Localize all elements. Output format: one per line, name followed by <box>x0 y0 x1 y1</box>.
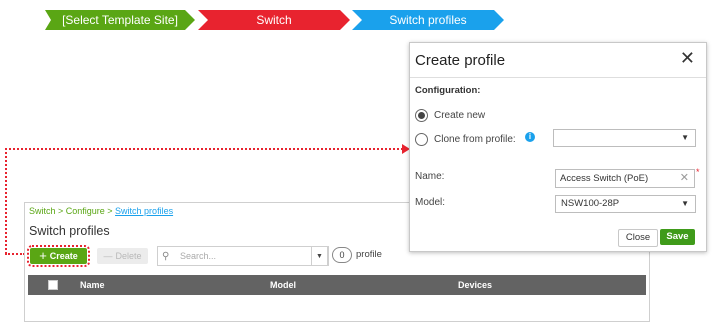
info-icon[interactable]: i <box>525 132 535 142</box>
step-switch-profiles: Switch profiles <box>352 10 504 30</box>
breadcrumb-path: Switch > Configure > <box>29 206 116 216</box>
column-header-name[interactable]: Name <box>80 280 105 290</box>
create-new-label: Create new <box>434 110 486 121</box>
chevron-down-icon: ▼ <box>316 252 323 260</box>
close-button[interactable]: Close <box>618 229 658 247</box>
save-button[interactable]: Save <box>660 229 695 245</box>
step-switch: Switch <box>198 10 350 30</box>
model-value: NSW100-28P <box>561 198 620 209</box>
minus-icon: — <box>103 251 113 261</box>
chevron-down-icon: ▼ <box>681 199 689 208</box>
name-field[interactable]: Access Switch (PoE) ✕ <box>555 169 695 188</box>
search-box: ⚲ <box>157 246 329 266</box>
required-marker: * <box>696 167 700 177</box>
divider <box>410 77 706 78</box>
search-icon: ⚲ <box>162 250 170 262</box>
model-select[interactable]: NSW100-28P ▼ <box>555 195 696 213</box>
connector-line <box>5 148 403 150</box>
search-input[interactable] <box>178 251 302 261</box>
column-header-model[interactable]: Model <box>270 280 296 290</box>
breadcrumb-link[interactable]: Switch profiles <box>115 206 173 216</box>
close-icon[interactable]: ✕ <box>680 48 695 69</box>
name-value: Access Switch (PoE) <box>560 173 649 184</box>
connector-line <box>5 253 25 255</box>
search-dropdown[interactable]: ▼ <box>311 246 328 266</box>
create-new-radio[interactable] <box>415 109 428 122</box>
model-label: Model: <box>415 197 446 208</box>
clone-from-profile-label: Clone from profile: <box>434 134 516 145</box>
table-header: Name Model Devices <box>28 275 646 295</box>
breadcrumb: Switch > Configure > Switch profiles <box>29 206 173 216</box>
create-profile-dialog: Create profile ✕ Configuration: Create n… <box>409 42 707 252</box>
create-label: Create <box>49 251 78 261</box>
create-button[interactable]: + Create <box>27 245 90 267</box>
clone-profile-select[interactable]: ▼ <box>553 129 696 147</box>
delete-label: Delete <box>115 251 142 261</box>
profile-count-badge: 0 <box>332 247 352 263</box>
plus-icon: + <box>39 248 47 263</box>
delete-button[interactable]: — Delete <box>97 248 148 264</box>
select-all-checkbox[interactable] <box>48 280 58 290</box>
name-label: Name: <box>415 171 445 182</box>
step-select-template-site: [Select Template Site] <box>45 10 195 30</box>
profile-count-label: profile <box>356 249 382 260</box>
chevron-down-icon: ▼ <box>681 133 689 142</box>
page-title: Switch profiles <box>29 224 110 238</box>
clone-from-profile-radio[interactable] <box>415 133 428 146</box>
configuration-label: Configuration: <box>415 85 481 96</box>
connector-line <box>5 148 7 254</box>
column-header-devices[interactable]: Devices <box>458 280 492 290</box>
clear-icon[interactable]: ✕ <box>680 170 689 187</box>
dialog-title: Create profile <box>415 52 506 69</box>
